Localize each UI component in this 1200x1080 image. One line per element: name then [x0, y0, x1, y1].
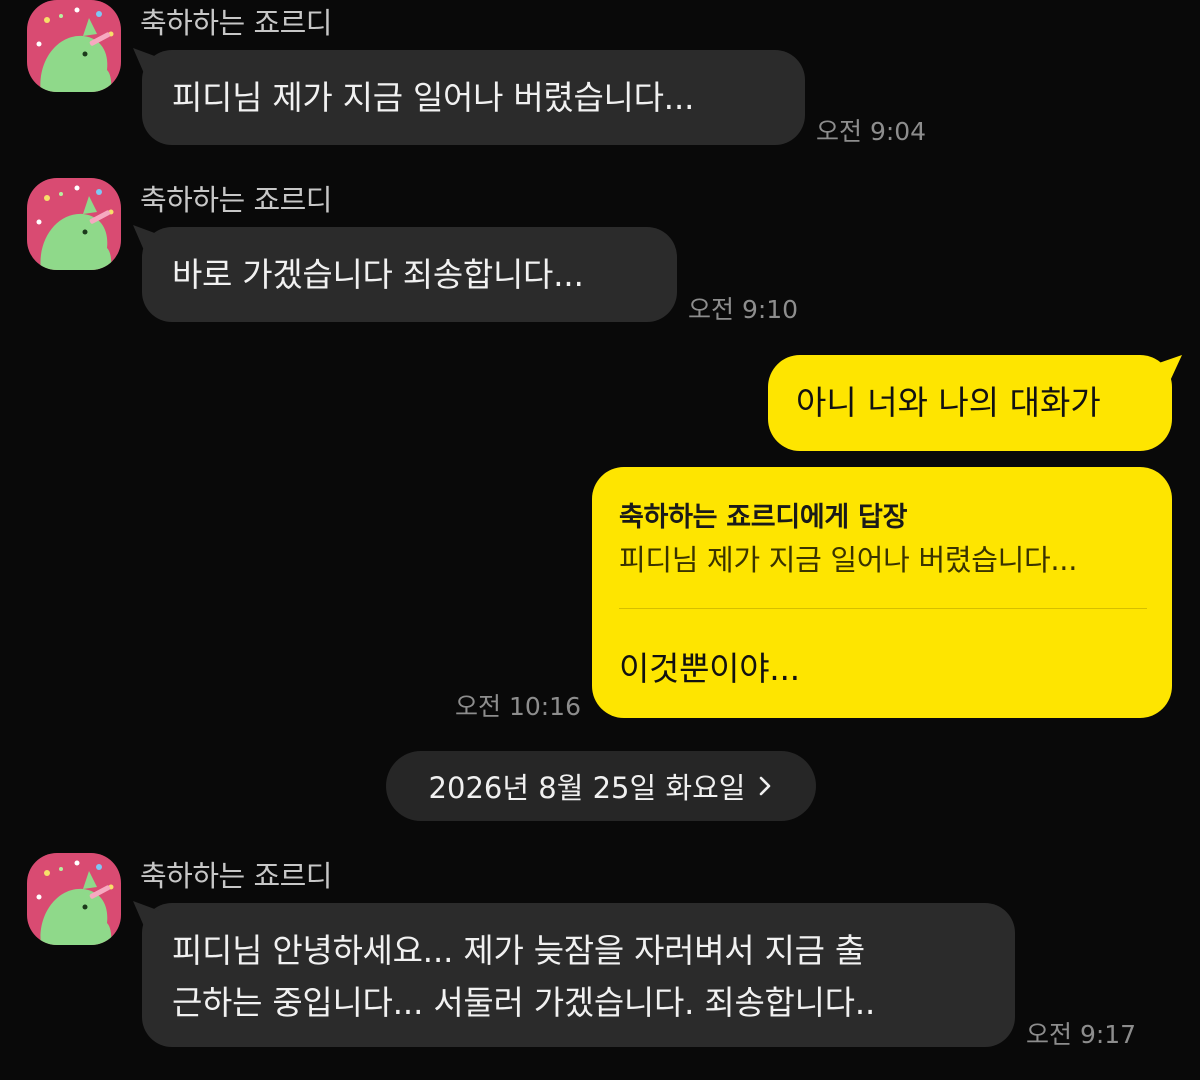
jordy-avatar-icon: [36, 7, 114, 92]
sender-avatar[interactable]: [27, 178, 121, 270]
reply-header: 축하하는 죠르디에게 답장: [619, 502, 908, 533]
sender-avatar[interactable]: [27, 0, 121, 92]
date-divider[interactable]: 2026년 8월 25일 화요일: [386, 751, 816, 821]
sender-name: 축하하는 죠르디: [140, 6, 332, 40]
message-time: 오전 9:04: [816, 117, 927, 146]
message-bubble-outgoing[interactable]: 아니 너와 나의 대화가: [768, 355, 1172, 451]
date-label: 2026년 8월 25일 화요일: [428, 771, 746, 805]
message-time: 오전 10:16: [455, 692, 581, 721]
message-text: 피디님 제가 지금 일어나 버렸습니다...: [172, 78, 695, 117]
message-bubble-incoming[interactable]: 바로 가겠습니다 죄송합니다...: [142, 227, 677, 322]
message-text: 이것뿐이야...: [619, 649, 800, 688]
jordy-avatar-icon: [36, 860, 114, 945]
chevron-right-icon: [760, 776, 771, 796]
reply-message-bubble[interactable]: 축하하는 죠르디에게 답장 피디님 제가 지금 일어나 버렸습니다... 이것뿐…: [592, 467, 1172, 718]
reply-divider: [619, 608, 1147, 609]
message-bubble-incoming[interactable]: 피디님 제가 지금 일어나 버렸습니다...: [142, 50, 805, 145]
sender-name: 축하하는 죠르디: [140, 183, 332, 217]
jordy-avatar-icon: [36, 185, 114, 270]
sender-name: 축하하는 죠르디: [140, 859, 332, 893]
message-text-line: 피디님 안녕하세요... 제가 늦잠을 자러벼서 지금 출: [172, 931, 865, 970]
sender-avatar[interactable]: [27, 853, 121, 945]
message-time: 오전 9:17: [1026, 1020, 1137, 1049]
message-text: 아니 너와 나의 대화가: [796, 383, 1101, 422]
reply-quoted-text[interactable]: 피디님 제가 지금 일어나 버렸습니다...: [619, 537, 1077, 579]
message-time: 오전 9:10: [688, 295, 799, 324]
message-bubble-incoming[interactable]: 피디님 안녕하세요... 제가 늦잠을 자러벼서 지금 출 근하는 중입니다..…: [142, 903, 1015, 1047]
message-text-line: 근하는 중입니다... 서둘러 가겠습니다. 죄송합니다..: [172, 983, 876, 1022]
message-text: 바로 가겠습니다 죄송합니다...: [172, 255, 584, 294]
